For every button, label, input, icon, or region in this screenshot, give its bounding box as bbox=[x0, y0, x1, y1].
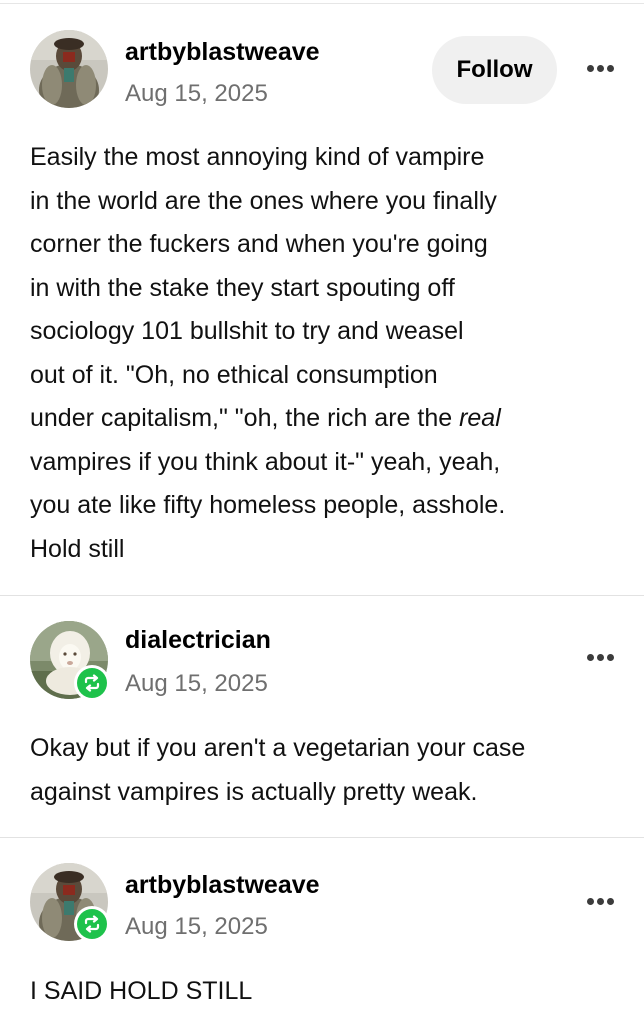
body-line: vampires if you think about it-" yeah, y… bbox=[30, 447, 501, 476]
follow-button[interactable]: Follow bbox=[432, 36, 557, 104]
body-line: corner the fuckers and when you're going bbox=[30, 230, 488, 258]
body-line: against vampires is actually pretty weak… bbox=[30, 777, 478, 806]
body-line: Hold still bbox=[30, 534, 125, 563]
more-options-icon[interactable] bbox=[585, 61, 617, 77]
body-line-part: under capitalism," "oh, the rich are the bbox=[30, 404, 460, 432]
body-line: Easily the most annoying kind of vampire bbox=[30, 143, 485, 171]
post-body: Okay but if you aren't a vegetarian your… bbox=[30, 727, 630, 814]
more-options-icon[interactable] bbox=[585, 894, 617, 910]
post-username[interactable]: dialectrician bbox=[125, 626, 271, 655]
post-reblog: artbyblastweave Aug 15, 2025 I SAID HOLD… bbox=[0, 838, 644, 1023]
body-line: you ate like fifty homeless people, assh… bbox=[30, 491, 506, 519]
emphasis-text: real bbox=[459, 404, 501, 432]
body-line: in the world are the ones where you fina… bbox=[30, 186, 497, 215]
body-line-with-emphasis: under capitalism," "oh, the rich are the… bbox=[30, 397, 630, 441]
more-options-icon[interactable] bbox=[585, 650, 617, 666]
post-reblog: dialectrician Aug 15, 2025 Okay but if y… bbox=[0, 597, 644, 837]
reblog-icon bbox=[84, 915, 100, 933]
reblog-icon bbox=[84, 674, 100, 692]
avatar-figure-icon bbox=[30, 30, 108, 108]
body-line: Okay but if you aren't a vegetarian your… bbox=[30, 734, 526, 762]
body-line: in with the stake they start spouting of… bbox=[30, 273, 455, 302]
post-date[interactable]: Aug 15, 2025 bbox=[125, 670, 268, 698]
post-date[interactable]: Aug 15, 2025 bbox=[125, 80, 268, 108]
avatar[interactable] bbox=[30, 30, 108, 108]
post-date[interactable]: Aug 15, 2025 bbox=[125, 913, 268, 941]
post-body: I SAID HOLD STILL bbox=[30, 970, 630, 1014]
body-line: out of it. "Oh, no ethical consumption bbox=[30, 360, 438, 389]
post-divider bbox=[0, 595, 644, 596]
body-line: sociology 101 bullshit to try and weasel bbox=[30, 317, 464, 345]
post-username[interactable]: artbyblastweave bbox=[125, 38, 320, 67]
reblog-badge bbox=[74, 906, 110, 942]
post-body: Easily the most annoying kind of vampire… bbox=[30, 136, 630, 571]
body-line: I SAID HOLD STILL bbox=[30, 977, 253, 1005]
reblog-badge bbox=[74, 665, 110, 701]
post-original: artbyblastweave Aug 15, 2025 Follow Easi… bbox=[0, 0, 644, 596]
post-username[interactable]: artbyblastweave bbox=[125, 871, 320, 900]
